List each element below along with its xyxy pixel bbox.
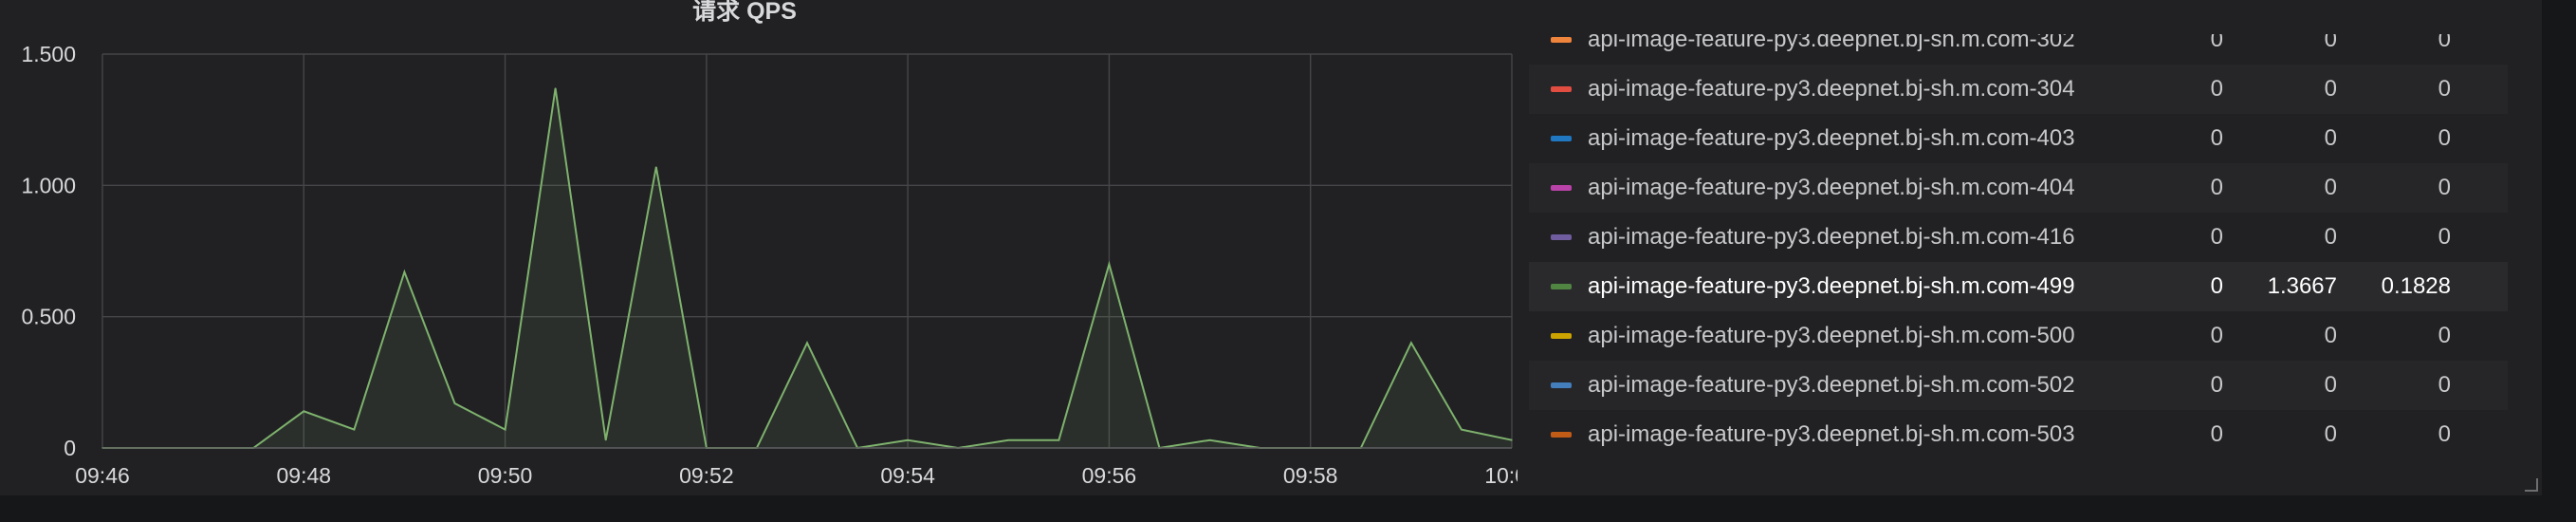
series-point — [1410, 342, 1412, 344]
legend-value: 0 — [2438, 421, 2451, 447]
legend-value: 0 — [2210, 421, 2223, 447]
qps-chart: 0 0.500 1.000 1.500 09:46 09:48 09:50 09:52 09:5… — [21, 42, 1518, 488]
legend-value: 0 — [2210, 273, 2223, 299]
series-point — [806, 342, 808, 344]
legend-value: 0 — [2210, 125, 2223, 151]
series-point — [655, 166, 657, 168]
y-tick-label: 1.500 — [21, 42, 76, 66]
legend-value: 0 — [2210, 372, 2223, 398]
y-tick-label: 0 — [64, 436, 76, 460]
legend-value: 0 — [2324, 34, 2337, 52]
legend-series-name[interactable]: api-image-feature-py3.deepnet.bj-sh.m.co… — [1588, 76, 2147, 103]
legend-value: 0 — [2438, 34, 2451, 52]
x-tick-label: 09:54 — [880, 463, 935, 488]
legend-row[interactable]: api-image-feature-py3.deepnet.bj-sh.m.co… — [1529, 262, 2508, 311]
legend-value: 0 — [2438, 372, 2451, 398]
series-point — [1208, 439, 1211, 441]
legend-value: 0 — [2324, 125, 2337, 151]
legend-row[interactable]: api-image-feature-py3.deepnet.bj-sh.m.co… — [1529, 65, 2508, 114]
legend-row[interactable]: api-image-feature-py3.deepnet.bj-sh.m.co… — [1529, 361, 2508, 410]
legend-value: 0 — [2438, 76, 2451, 102]
legend-value: 0.1828 — [2381, 273, 2451, 299]
series-point — [555, 87, 557, 89]
legend-series-name[interactable]: api-image-feature-py3.deepnet.bj-sh.m.co… — [1588, 224, 2147, 251]
legend-color-swatch[interactable] — [1551, 333, 1572, 339]
legend-value: 0 — [2438, 224, 2451, 250]
legend-value: 0 — [2210, 34, 2223, 52]
legend-value: 0 — [2210, 224, 2223, 250]
series-point — [605, 439, 607, 441]
legend-color-swatch[interactable] — [1551, 136, 1572, 141]
legend-value: 0 — [2210, 76, 2223, 102]
y-tick-label: 1.000 — [21, 173, 76, 197]
x-tick-label: 10:00 — [1484, 463, 1518, 488]
legend-value: 0 — [2438, 175, 2451, 200]
legend-table: api-image-feature-py3.deepnet.bj-sh.m.co… — [1529, 34, 2510, 480]
legend-color-swatch[interactable] — [1551, 432, 1572, 438]
qps-panel: 请求 QPS 0 0.500 1.000 1.500 09:46 09:48 09:50 09… — [0, 0, 2542, 495]
legend-row[interactable]: api-image-feature-py3.deepnet.bj-sh.m.co… — [1529, 213, 2508, 262]
legend-color-swatch[interactable] — [1551, 86, 1572, 92]
legend-series-name[interactable]: api-image-feature-py3.deepnet.bj-sh.m.co… — [1588, 34, 2147, 53]
legend-series-name[interactable]: api-image-feature-py3.deepnet.bj-sh.m.co… — [1588, 273, 2147, 300]
legend-value: 0 — [2324, 372, 2337, 398]
legend-series-name[interactable]: api-image-feature-py3.deepnet.bj-sh.m.co… — [1588, 323, 2147, 349]
legend-color-swatch[interactable] — [1551, 234, 1572, 240]
legend-series-name[interactable]: api-image-feature-py3.deepnet.bj-sh.m.co… — [1588, 372, 2147, 399]
legend-row[interactable]: api-image-feature-py3.deepnet.bj-sh.m.co… — [1529, 34, 2508, 65]
dashboard-background — [0, 495, 2576, 522]
legend-value: 0 — [2324, 76, 2337, 102]
legend-series-name[interactable]: api-image-feature-py3.deepnet.bj-sh.m.co… — [1588, 125, 2147, 152]
legend-color-swatch[interactable] — [1551, 382, 1572, 388]
series-point — [1461, 429, 1463, 431]
series-point — [1511, 439, 1513, 441]
series-point — [353, 429, 355, 431]
legend-value: 1.3667 — [2267, 273, 2337, 299]
legend-row[interactable]: api-image-feature-py3.deepnet.bj-sh.m.co… — [1529, 163, 2508, 213]
series-area-fill — [102, 88, 1512, 448]
legend-value: 0 — [2438, 125, 2451, 151]
x-tick-label: 09:46 — [75, 463, 130, 488]
x-tick-label: 09:50 — [478, 463, 533, 488]
series-point — [453, 402, 456, 404]
series-point — [504, 429, 506, 431]
x-tick-label: 09:48 — [277, 463, 332, 488]
x-tick-label: 09:52 — [679, 463, 734, 488]
y-tick-label: 0.500 — [21, 305, 76, 329]
legend-value: 0 — [2324, 323, 2337, 348]
series-point — [403, 271, 406, 273]
legend-color-swatch[interactable] — [1551, 284, 1572, 289]
legend-row[interactable]: api-image-feature-py3.deepnet.bj-sh.m.co… — [1529, 311, 2508, 361]
x-tick-label: 09:58 — [1283, 463, 1338, 488]
series-point — [1058, 439, 1059, 441]
panel-resize-handle[interactable] — [2525, 478, 2538, 492]
legend-value: 0 — [2324, 421, 2337, 447]
x-tick-label: 09:56 — [1082, 463, 1137, 488]
legend-row[interactable]: api-image-feature-py3.deepnet.bj-sh.m.co… — [1529, 114, 2508, 163]
legend-value: 0 — [2210, 175, 2223, 200]
legend-value: 0 — [2324, 224, 2337, 250]
legend-row[interactable]: api-image-feature-py3.deepnet.bj-sh.m.co… — [1529, 410, 2508, 459]
legend-value: 0 — [2438, 323, 2451, 348]
legend-value: 0 — [2324, 175, 2337, 200]
series-point — [1108, 263, 1111, 265]
legend-color-swatch[interactable] — [1551, 185, 1572, 191]
legend-series-name[interactable]: api-image-feature-py3.deepnet.bj-sh.m.co… — [1588, 421, 2147, 448]
legend-series-name[interactable]: api-image-feature-py3.deepnet.bj-sh.m.co… — [1588, 175, 2147, 201]
legend-value: 0 — [2210, 323, 2223, 348]
series-point — [907, 439, 909, 441]
series-point — [1007, 439, 1009, 441]
chart-series-area — [101, 87, 1513, 450]
legend-color-swatch[interactable] — [1551, 37, 1572, 43]
